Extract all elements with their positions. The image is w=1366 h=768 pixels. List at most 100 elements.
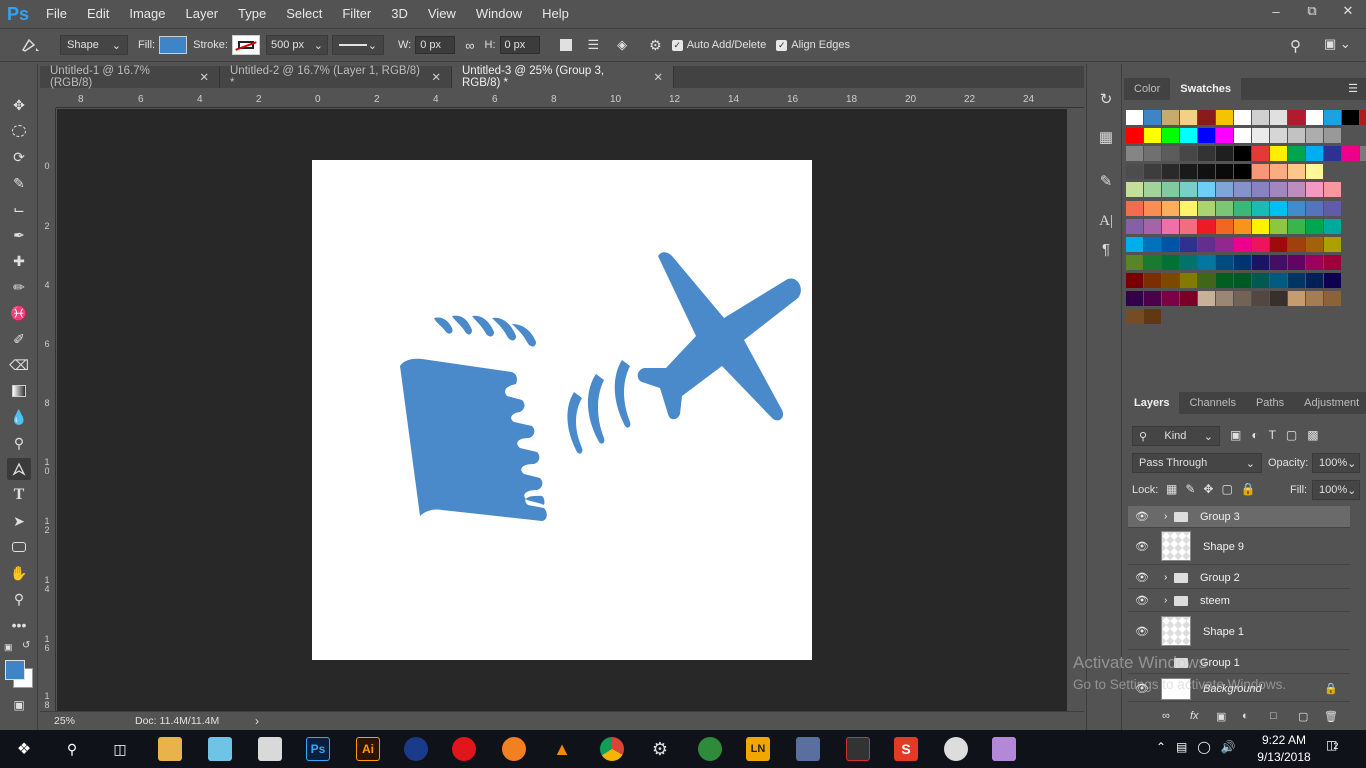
color-swatch[interactable]: [1180, 254, 1197, 270]
color-swatch[interactable]: [1126, 291, 1143, 306]
color-swatch[interactable]: [1288, 182, 1305, 198]
menu-edit[interactable]: Edit: [77, 0, 119, 28]
menu-view[interactable]: View: [418, 0, 466, 28]
fill-field[interactable]: 100% ⌄: [1312, 480, 1360, 500]
pen-tool-preset-icon[interactable]: [0, 36, 60, 54]
windows-start-icon[interactable]: ❖: [12, 737, 36, 761]
color-swatch[interactable]: [1288, 200, 1305, 216]
color-swatch[interactable]: [1234, 236, 1251, 252]
color-swatch[interactable]: [1324, 182, 1341, 198]
color-swatch[interactable]: [1198, 254, 1215, 270]
color-swatch[interactable]: [1270, 128, 1287, 144]
color-swatch[interactable]: [1162, 200, 1179, 216]
minimize-button[interactable]: –: [1258, 0, 1294, 22]
color-swatch[interactable]: [1252, 236, 1269, 252]
color-swatch[interactable]: [1126, 146, 1143, 162]
notification-center-icon[interactable]: ◫2: [1326, 738, 1348, 758]
color-swatch[interactable]: [1270, 164, 1287, 180]
color-swatch[interactable]: [1162, 110, 1179, 125]
app-icon-2[interactable]: [258, 737, 282, 761]
search-icon[interactable]: ⚲: [60, 737, 84, 761]
color-swatch[interactable]: [1234, 272, 1251, 288]
color-swatch[interactable]: [1270, 200, 1287, 216]
color-swatch[interactable]: [1306, 218, 1323, 234]
color-swatch[interactable]: [1162, 182, 1179, 198]
color-swatch[interactable]: [1252, 164, 1269, 180]
color-swatch[interactable]: [1198, 291, 1215, 306]
color-swatch[interactable]: [1126, 254, 1143, 270]
swap-colors-icon[interactable]: ↺: [22, 640, 30, 651]
color-swatch[interactable]: [1306, 272, 1323, 288]
color-swatch[interactable]: [1144, 182, 1161, 198]
color-swatch[interactable]: [1324, 146, 1341, 162]
color-swatch[interactable]: [1126, 309, 1143, 325]
color-swatch[interactable]: [1144, 110, 1161, 125]
rectangle-tool-icon[interactable]: [7, 536, 31, 558]
illustrator-taskbar-icon[interactable]: Ai: [356, 737, 380, 761]
system-tray-icons[interactable]: ⌃▤◯🔊: [1156, 740, 1246, 754]
menu-type[interactable]: Type: [228, 0, 276, 28]
gear-icon[interactable]: ⚙: [649, 37, 662, 54]
app-icon-7[interactable]: S: [894, 737, 918, 761]
quick-selection-tool-icon[interactable]: ✎: [7, 172, 31, 194]
color-swatch[interactable]: [1252, 110, 1269, 125]
menu-window[interactable]: Window: [466, 0, 532, 28]
tab-channels[interactable]: Channels: [1179, 392, 1245, 414]
color-swatch[interactable]: [1216, 146, 1233, 162]
chrome-icon[interactable]: [600, 737, 624, 761]
panel-menu-icon[interactable]: ☰: [1348, 82, 1358, 95]
color-swatch[interactable]: [1162, 236, 1179, 252]
new-layer-icon[interactable]: ▢: [1298, 710, 1308, 723]
color-swatch[interactable]: [1234, 146, 1251, 162]
color-swatch[interactable]: [1198, 146, 1215, 162]
tab-untitled-1[interactable]: Untitled-1 @ 16.7% (RGB/8) ✕: [40, 65, 220, 89]
close-button[interactable]: ✕: [1330, 0, 1366, 22]
color-swatch[interactable]: [1270, 254, 1287, 270]
color-swatch[interactable]: [1180, 236, 1197, 252]
clone-stamp-tool-icon[interactable]: ♓: [7, 302, 31, 324]
brush-tool-icon[interactable]: ✏: [7, 276, 31, 298]
color-swatch[interactable]: [1126, 182, 1143, 198]
color-swatch[interactable]: [1126, 272, 1143, 288]
align-edges-checkbox[interactable]: ✓: [776, 39, 788, 51]
close-icon[interactable]: ✕: [431, 70, 441, 84]
clock[interactable]: 9:22 AM 9/13/2018: [1254, 733, 1314, 764]
app-icon-8[interactable]: [944, 737, 968, 761]
color-swatch[interactable]: [1306, 182, 1323, 198]
color-swatch[interactable]: [1288, 218, 1305, 234]
color-swatch[interactable]: [1234, 218, 1251, 234]
color-swatch[interactable]: [1198, 272, 1215, 288]
color-swatch[interactable]: [1324, 110, 1341, 125]
link-icon[interactable]: ∞: [465, 38, 474, 53]
color-swatch[interactable]: [1324, 254, 1341, 270]
color-swatch[interactable]: [1234, 200, 1251, 216]
chevron-right-icon[interactable]: ›: [1164, 511, 1167, 522]
color-swatch[interactable]: [1252, 128, 1269, 144]
layer-group-3[interactable]: 👁 › Group 3: [1128, 506, 1350, 528]
new-group-icon[interactable]: □: [1270, 710, 1277, 722]
color-swatch[interactable]: [1252, 146, 1269, 162]
eye-icon[interactable]: 👁: [1134, 594, 1150, 607]
color-swatch[interactable]: [1270, 236, 1287, 252]
color-swatch[interactable]: [1216, 236, 1233, 252]
tab-untitled-3[interactable]: Untitled-3 @ 25% (Group 3, RGB/8) * ✕: [452, 65, 674, 89]
color-swatch[interactable]: [1198, 236, 1215, 252]
color-swatch[interactable]: [1234, 291, 1251, 306]
add-mask-icon[interactable]: ▣: [1216, 710, 1226, 723]
eye-icon[interactable]: 👁: [1134, 510, 1150, 523]
color-swatch[interactable]: [1216, 218, 1233, 234]
color-swatch[interactable]: [1288, 236, 1305, 252]
color-swatch[interactable]: [1144, 291, 1161, 306]
color-swatch[interactable]: [1324, 200, 1341, 216]
color-swatch[interactable]: [1324, 236, 1341, 252]
color-swatch[interactable]: [1162, 146, 1179, 162]
stroke-color-swatch[interactable]: [231, 35, 260, 55]
color-swatch[interactable]: [1162, 128, 1179, 144]
app-icon-1[interactable]: [208, 737, 232, 761]
color-swatch[interactable]: [1360, 110, 1366, 125]
width-field[interactable]: 0 px: [415, 36, 456, 54]
color-swatch[interactable]: [1180, 110, 1197, 125]
workspace-icon[interactable]: ▣ ⌄: [1324, 36, 1351, 52]
tab-adjustments[interactable]: Adjustment: [1294, 392, 1366, 414]
color-swatch[interactable]: [1234, 128, 1251, 144]
